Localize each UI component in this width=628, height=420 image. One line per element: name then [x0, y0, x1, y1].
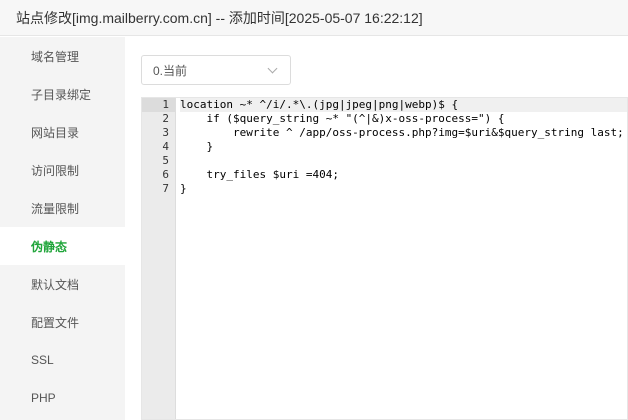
line-number: 1	[142, 98, 175, 112]
code-line: rewrite ^ /app/oss-process.php?img=$uri&…	[180, 126, 624, 139]
window-title: 站点修改[img.mailberry.com.cn] -- 添加时间[2025-…	[0, 0, 628, 36]
line-number: 4	[162, 140, 169, 153]
sidebar-item-subdirectory-binding[interactable]: 子目录绑定	[0, 75, 125, 113]
line-number: 7	[162, 182, 169, 195]
line-number-gutter: 1 2 3 4 5 6 7	[142, 98, 176, 419]
rewrite-code-editor[interactable]: 1 2 3 4 5 6 7 location ~* ^/i/.*\.(jpg|j…	[141, 97, 628, 420]
code-line: try_files $uri =404;	[180, 168, 339, 181]
sidebar-item-config-file[interactable]: 配置文件	[0, 303, 125, 341]
code-content[interactable]: location ~* ^/i/.*\.(jpg|jpeg|png|webp)$…	[180, 98, 627, 196]
sidebar-item-site-directory[interactable]: 网站目录	[0, 113, 125, 151]
code-line: }	[180, 140, 214, 153]
line-number: 5	[162, 154, 169, 167]
code-line: }	[180, 182, 187, 195]
line-number: 2	[162, 112, 169, 125]
sidebar-item-access-restriction[interactable]: 访问限制	[0, 151, 125, 189]
chevron-down-icon	[267, 63, 278, 74]
sidebar-item-traffic-limit[interactable]: 流量限制	[0, 189, 125, 227]
sidebar-item-php[interactable]: PHP	[0, 379, 125, 417]
main-panel: 0.当前 1 2 3 4 5 6 7 location ~* ^/i/.*\.(…	[125, 37, 628, 420]
code-line: location ~* ^/i/.*\.(jpg|jpeg|png|webp)$…	[180, 98, 627, 112]
version-select[interactable]: 0.当前	[141, 55, 291, 85]
sidebar-item-rewrite[interactable]: 伪静态	[0, 227, 125, 265]
code-line: if ($query_string ~* "(^|&)x-oss-process…	[180, 112, 505, 125]
sidebar-item-domain-management[interactable]: 域名管理	[0, 37, 125, 75]
sidebar-item-default-document[interactable]: 默认文档	[0, 265, 125, 303]
version-select-value: 0.当前	[153, 63, 188, 78]
sidebar-item-ssl[interactable]: SSL	[0, 341, 125, 379]
sidebar: 域名管理 子目录绑定 网站目录 访问限制 流量限制 伪静态 默认文档 配置文件 …	[0, 37, 125, 420]
line-number: 3	[162, 126, 169, 139]
line-number: 6	[162, 168, 169, 181]
